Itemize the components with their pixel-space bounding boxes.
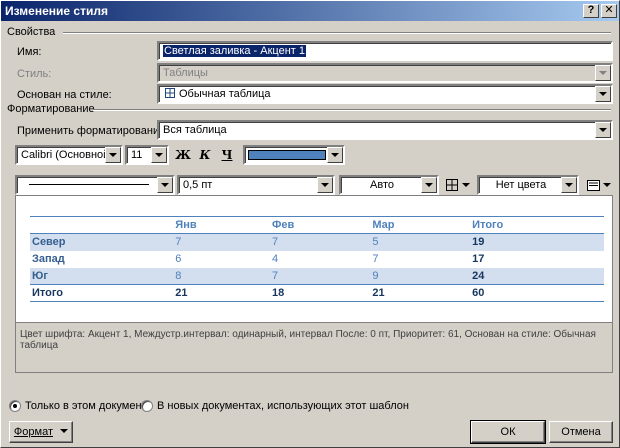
style-description: Цвет шрифта: Акцент 1, Междустр.интервал… [15,323,613,373]
preview-cell: 9 [370,267,471,285]
preview-cell: 4 [271,253,279,265]
format-button-label: Формат [13,426,53,438]
preview-cell: Фев [269,216,371,234]
name-input[interactable]: Светлая заливка - Акцент 1 [157,41,613,61]
preview-cell: 7 [269,267,371,285]
chevron-down-icon[interactable] [561,177,577,193]
chevron-down-icon[interactable] [595,122,611,138]
name-label: Имя: [17,46,42,58]
cancel-button[interactable]: Отмена [549,421,613,443]
preview-cell: 6 [175,253,182,265]
apply-to-combo[interactable]: Вся таблица [157,120,613,140]
new-documents-radio[interactable] [141,400,153,412]
preview-row: Север 7 7 5 19 [30,233,604,251]
preview-cell: Мар [370,216,471,234]
underline-button[interactable]: Ч [217,145,237,165]
chevron-down-icon [595,65,611,81]
divider [63,32,611,34]
divider [93,109,611,111]
preview-cell: 17 [472,253,485,265]
apply-to-label: Применить форматирование к: [17,125,177,137]
preview-cell [30,216,174,234]
chevron-down-icon [462,183,470,187]
preview-header-row: Янв Фев Мар Итого [30,216,604,234]
chevron-down-icon [60,429,69,433]
based-on-label: Основан на стиле: [17,89,112,101]
preview-table: Янв Фев Мар Итого Север 7 7 5 19 Запад 6… [30,216,604,302]
font-color-picker[interactable] [243,145,345,165]
style-type-label: Стиль: [17,68,52,80]
preview-cell: 5 [370,233,471,251]
border-style-line [29,184,149,185]
preview-cell: Итого [30,284,174,302]
properties-group-title: Свойства [7,26,56,38]
style-type-value: Таблицы [163,67,208,79]
based-on-combo[interactable]: Обычная таблица [157,84,613,104]
modify-style-dialog: Изменение стиля ? ✕ Свойства Имя: Светла… [0,0,620,448]
chevron-down-icon [603,183,611,187]
preview-cell: 60 [470,284,604,302]
preview-row: Запад 6 4 7 17 [30,251,604,268]
preview-cell: 21 [173,284,270,302]
border-color-combo[interactable]: Авто [339,175,439,195]
this-document-radio[interactable] [9,400,21,412]
preview-cell: 21 [370,284,471,302]
border-style-combo[interactable] [15,175,175,195]
preview-cell: 19 [470,233,604,251]
chevron-down-icon[interactable] [317,177,333,193]
name-value: Светлая заливка - Акцент 1 [163,45,307,57]
align-icon [587,179,600,191]
preview-cell: 7 [173,233,270,251]
preview-cell: 24 [470,267,604,285]
ok-button[interactable]: ОК [470,420,546,444]
font-size-value: 11 [131,149,143,161]
table-style-icon [165,88,175,98]
borders-button[interactable] [443,175,473,195]
chevron-down-icon[interactable] [105,147,121,163]
chevron-down-icon[interactable] [327,147,343,163]
font-size-combo[interactable]: 11 [125,145,169,165]
apply-to-value: Вся таблица [163,124,227,136]
borders-grid-icon [446,179,458,191]
border-width-combo[interactable]: 0,5 пт [177,175,335,195]
border-width-value: 0,5 пт [183,179,213,191]
alignment-button[interactable] [585,175,613,195]
title-bar: Изменение стиля [1,1,619,21]
style-type-combo: Таблицы [157,63,613,83]
font-color-swatch [248,150,326,160]
chevron-down-icon[interactable] [595,86,611,102]
preview-total-row: Итого 21 18 21 60 [30,284,604,302]
formatting-group-title: Форматирование [7,103,95,115]
chevron-down-icon[interactable] [421,177,437,193]
shading-value: Нет цвета [495,179,547,191]
font-name-combo[interactable]: Calibri (Основной текс [15,145,123,165]
preview-cell: 8 [173,267,270,285]
chevron-down-icon[interactable] [151,147,167,163]
bold-button[interactable]: Ж [173,145,193,165]
shading-combo[interactable]: Нет цвета [477,175,579,195]
preview-cell: Запад [32,253,65,265]
format-menu-button[interactable]: Формат [9,421,73,443]
close-button[interactable]: ✕ [601,4,617,18]
based-on-value: Обычная таблица [179,88,271,100]
preview-cell: 18 [269,284,371,302]
chevron-down-icon[interactable] [157,177,173,193]
this-document-label[interactable]: Только в этом документе [25,400,153,412]
preview-row: Юг 8 7 9 24 [30,267,604,285]
preview-cell: 7 [269,233,371,251]
help-button[interactable]: ? [583,4,599,18]
italic-button[interactable]: К [195,145,215,165]
preview-cell: Север [30,233,174,251]
style-preview: Янв Фев Мар Итого Север 7 7 5 19 Запад 6… [15,195,613,323]
preview-cell: 7 [372,253,379,265]
window-title: Изменение стиля [5,4,108,18]
preview-cell: Юг [30,267,174,285]
preview-cell: Янв [173,216,270,234]
preview-cell: Итого [470,216,604,234]
border-color-value: Авто [370,179,394,191]
radio-dot [13,404,17,408]
new-documents-label[interactable]: В новых документах, использующих этот ша… [157,400,409,412]
